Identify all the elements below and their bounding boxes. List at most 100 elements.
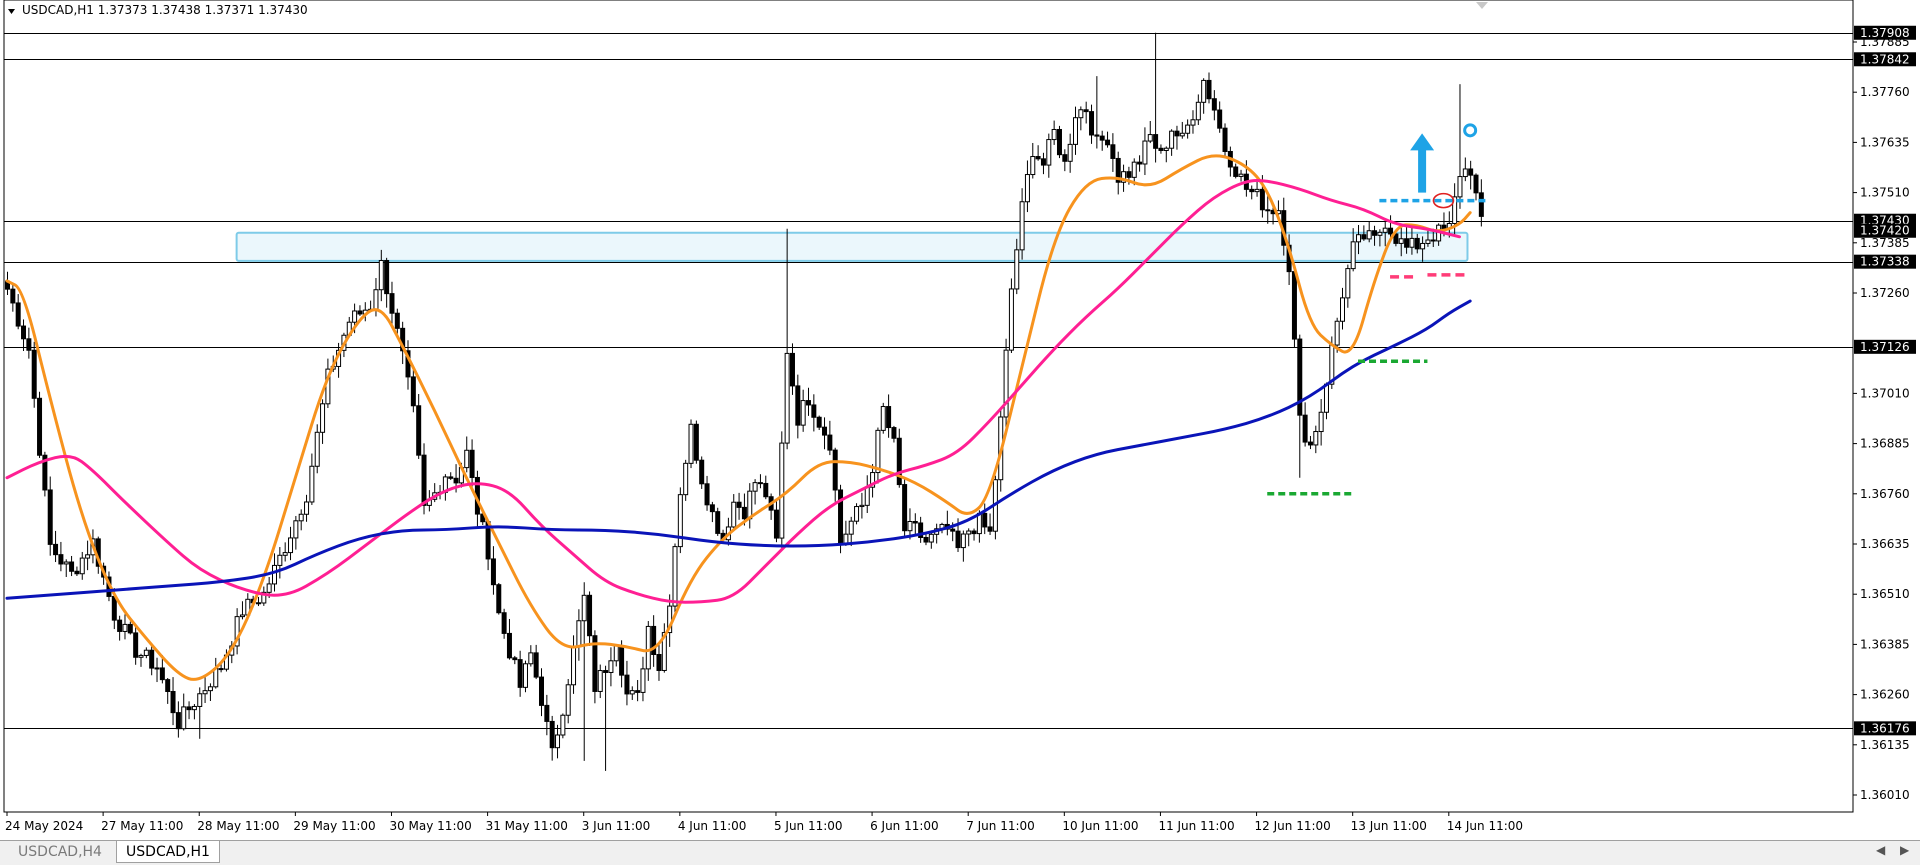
candle (357, 305, 363, 316)
candle (122, 614, 128, 640)
blue-circle-marker[interactable] (1463, 123, 1478, 138)
x-tick-label: 28 May 11:00 (197, 819, 279, 833)
candle (1147, 121, 1153, 144)
candle (1030, 142, 1036, 179)
x-tick-label: 6 Jun 11:00 (870, 819, 939, 833)
candle (640, 656, 646, 702)
candle (1233, 163, 1239, 179)
candle (1217, 101, 1223, 133)
candle (293, 515, 299, 550)
candle (1313, 425, 1319, 454)
triangle-down-icon[interactable] (8, 9, 15, 14)
candle (138, 653, 144, 667)
candle (320, 399, 326, 444)
price-tag: 1.37420 (1854, 223, 1916, 238)
symbol-info-text: USDCAD,H1 1.37373 1.37438 1.37371 1.3743… (22, 3, 308, 17)
y-tick-label: 1.36510 (1860, 587, 1910, 601)
chart-shift-marker-icon[interactable] (1476, 2, 1488, 9)
candle (875, 427, 881, 484)
candle (63, 559, 69, 577)
candle (1457, 84, 1463, 209)
candle (517, 650, 523, 697)
candle (1185, 119, 1191, 139)
candle (1137, 155, 1143, 172)
candle (314, 424, 320, 474)
y-tick-label: 1.36135 (1860, 738, 1910, 752)
candle (1302, 402, 1308, 447)
svg-text:1.37420: 1.37420 (1860, 224, 1910, 238)
candle (635, 679, 641, 702)
candle (85, 540, 91, 571)
header-info: USDCAD,H1 1.37373 1.37438 1.37371 1.3743… (8, 3, 308, 17)
candle (1099, 130, 1105, 151)
y-tick-label: 1.36760 (1860, 487, 1910, 501)
candle (709, 501, 715, 523)
plot-border (3, 0, 1854, 813)
candle (848, 516, 854, 547)
price-tag: 1.37126 (1854, 339, 1916, 354)
candle (298, 509, 304, 531)
candle (202, 676, 208, 704)
candle (239, 601, 245, 620)
candle (1249, 185, 1255, 200)
candle (560, 713, 566, 739)
candle (1003, 338, 1009, 429)
candle (1297, 334, 1303, 478)
x-tick-label: 5 Jun 11:00 (774, 819, 843, 833)
y-tick-label: 1.36010 (1860, 788, 1910, 802)
scroll-right-icon[interactable]: ▶ (1900, 843, 1909, 857)
candle (608, 647, 614, 687)
candle (902, 478, 908, 538)
tab-usdcad-h4[interactable]: USDCAD,H4 (6, 841, 114, 863)
chart-svg[interactable]: 1.378851.377601.376351.375101.373851.372… (0, 0, 1920, 836)
candle (827, 420, 833, 456)
svg-text:1.37338: 1.37338 (1860, 255, 1910, 269)
candle (1089, 104, 1095, 144)
svg-text:1.37126: 1.37126 (1860, 340, 1910, 354)
candle (448, 472, 454, 480)
candle (26, 327, 32, 359)
candle (987, 513, 993, 535)
candle (154, 657, 160, 683)
candle (127, 621, 133, 635)
candle (789, 343, 795, 395)
candle (918, 516, 924, 543)
y-tick-label: 1.36635 (1860, 537, 1910, 551)
tab-usdcad-h1[interactable]: USDCAD,H1 (116, 841, 220, 863)
candle (410, 369, 416, 413)
candle (597, 664, 603, 699)
candle (982, 503, 988, 535)
moving-average-slow-line[interactable] (5, 299, 1472, 600)
candle (1163, 146, 1169, 163)
x-tick-label: 3 Jun 11:00 (582, 819, 651, 833)
candle (683, 459, 689, 501)
candle (1462, 157, 1468, 182)
candle (773, 500, 779, 543)
y-tick-label: 1.36260 (1860, 688, 1910, 702)
candle (592, 630, 598, 704)
candle (587, 591, 593, 646)
candle (1040, 152, 1046, 175)
candle (704, 475, 710, 511)
scroll-left-icon[interactable]: ◀ (1876, 843, 1885, 857)
svg-text:1.37908: 1.37908 (1860, 26, 1910, 40)
candle (1318, 399, 1324, 446)
candle (1190, 110, 1196, 134)
candle (581, 582, 587, 761)
candle (688, 419, 694, 469)
candle (699, 456, 705, 489)
candle (1008, 278, 1014, 354)
candle (565, 678, 571, 724)
candle (117, 615, 123, 641)
y-tick-label: 1.37760 (1860, 85, 1910, 99)
candle (506, 618, 512, 660)
svg-text:1.37842: 1.37842 (1860, 52, 1910, 66)
candle (629, 686, 635, 700)
candle (923, 534, 929, 546)
candle (197, 687, 203, 739)
chart-area[interactable]: 1.37885 1.37760 1.37635 1.37510 1.37385 1.372… (0, 0, 1920, 836)
candle (661, 623, 667, 673)
arrow-up-icon[interactable] (1410, 133, 1435, 193)
y-tick-label: 1.37260 (1860, 286, 1910, 300)
candle (544, 694, 550, 736)
